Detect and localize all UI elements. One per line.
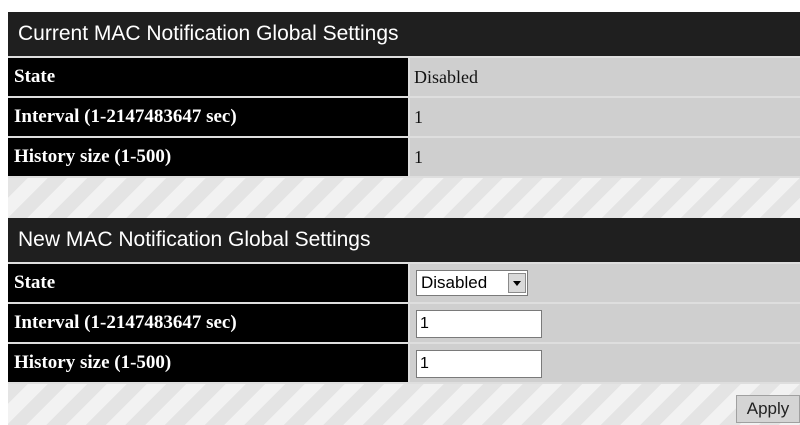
current-state-row: State Disabled xyxy=(8,58,800,96)
mac-notification-settings-page: Current MAC Notification Global Settings… xyxy=(8,12,800,425)
current-history-label: History size (1-500) xyxy=(8,138,408,176)
apply-button[interactable]: Apply xyxy=(736,395,800,423)
history-size-input[interactable] xyxy=(416,350,542,378)
state-select[interactable]: Disabled xyxy=(416,270,528,296)
new-state-label: State xyxy=(8,264,408,302)
current-interval-row: Interval (1-2147483647 sec) 1 xyxy=(8,98,800,136)
new-state-cell: Disabled xyxy=(410,264,800,302)
chevron-down-icon[interactable] xyxy=(508,273,526,293)
state-select-value: Disabled xyxy=(421,273,488,292)
new-history-label: History size (1-500) xyxy=(8,344,408,382)
new-history-row: History size (1-500) xyxy=(8,344,800,382)
new-state-row: State Disabled xyxy=(8,264,800,302)
current-history-row: History size (1-500) 1 xyxy=(8,138,800,176)
new-history-cell xyxy=(410,344,800,382)
section-divider xyxy=(8,178,800,218)
current-interval-value: 1 xyxy=(410,98,800,136)
new-settings-header: New MAC Notification Global Settings xyxy=(8,218,800,262)
footer-area xyxy=(8,384,800,425)
interval-input[interactable] xyxy=(416,310,542,338)
current-interval-label: Interval (1-2147483647 sec) xyxy=(8,98,408,136)
new-interval-cell xyxy=(410,304,800,342)
current-state-label: State xyxy=(8,58,408,96)
current-history-value: 1 xyxy=(410,138,800,176)
new-interval-label: Interval (1-2147483647 sec) xyxy=(8,304,408,342)
new-interval-row: Interval (1-2147483647 sec) xyxy=(8,304,800,342)
current-settings-header: Current MAC Notification Global Settings xyxy=(8,12,800,56)
current-state-value: Disabled xyxy=(410,58,800,96)
